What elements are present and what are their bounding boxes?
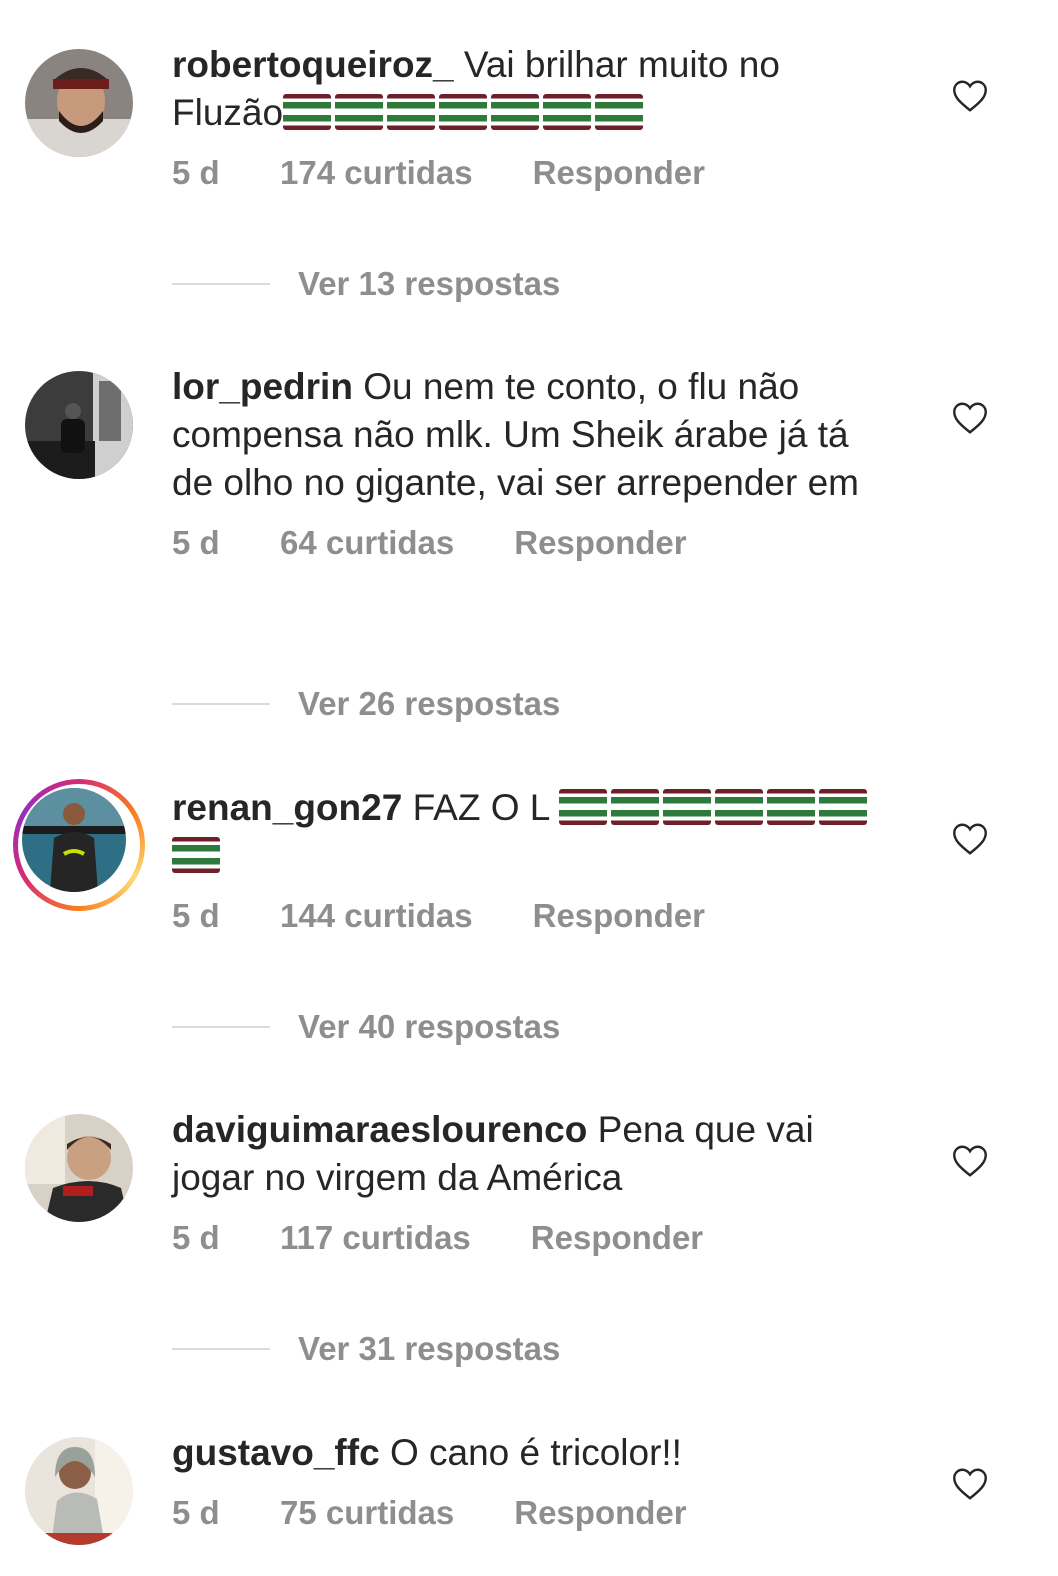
comment-username[interactable]: robertoqueiroz_ xyxy=(172,44,454,85)
view-replies-button[interactable]: Ver 26 respostas xyxy=(172,684,560,724)
flag-emoji-icon xyxy=(559,789,608,825)
avatar[interactable] xyxy=(22,788,126,892)
flag-emoji-icon xyxy=(715,789,764,825)
view-replies-button[interactable]: Ver 31 respostas xyxy=(172,1329,560,1369)
flag-emoji-icon xyxy=(172,837,220,873)
view-replies-button[interactable]: Ver 40 respostas xyxy=(172,1007,560,1047)
divider xyxy=(172,1348,270,1350)
flag-emoji-icon xyxy=(611,789,660,825)
divider xyxy=(172,1026,270,1028)
comment-body: FAZ O L xyxy=(412,787,549,828)
comment-time: 5 d xyxy=(172,524,220,561)
comment-time: 5 d xyxy=(172,1219,220,1256)
view-replies-label: Ver 40 respostas xyxy=(298,1008,561,1045)
comment-likes[interactable]: 174 curtidas xyxy=(280,154,473,192)
avatar[interactable] xyxy=(25,1437,133,1545)
reply-button[interactable]: Responder xyxy=(533,154,705,192)
flag-emoji-icon xyxy=(543,94,592,130)
heart-icon[interactable] xyxy=(952,401,988,435)
flag-emoji-icon xyxy=(283,94,332,130)
flag-emoji-icon xyxy=(819,789,868,825)
reply-button[interactable]: Responder xyxy=(514,524,686,562)
story-ring[interactable] xyxy=(13,779,145,911)
view-replies-label: Ver 26 respostas xyxy=(298,685,561,722)
comment-text: gustavo_ffc O cano é tricolor!! xyxy=(172,1429,887,1477)
reply-button[interactable]: Responder xyxy=(514,1494,686,1532)
flag-emoji-icon xyxy=(439,94,488,130)
comment-meta: 5 d 75 curtidas Responder xyxy=(172,1494,887,1532)
comment-time: 5 d xyxy=(172,154,220,191)
flag-emoji-icon xyxy=(663,789,712,825)
divider xyxy=(172,283,270,285)
view-replies-button[interactable]: Ver 13 respostas xyxy=(172,264,560,304)
comment-time: 5 d xyxy=(172,897,220,934)
flag-emoji-icon xyxy=(387,94,436,130)
comment-meta: 5 d 144 curtidas Responder xyxy=(172,897,887,935)
comment-meta: 5 d 117 curtidas Responder xyxy=(172,1219,887,1257)
heart-icon[interactable] xyxy=(952,79,988,113)
comment-username[interactable]: renan_gon27 xyxy=(172,787,402,828)
view-replies-label: Ver 13 respostas xyxy=(298,265,561,302)
comment-username[interactable]: daviguimaraeslourenco xyxy=(172,1109,587,1150)
heart-icon[interactable] xyxy=(952,1144,988,1178)
comment-likes[interactable]: 117 curtidas xyxy=(280,1219,471,1257)
comment-time: 5 d xyxy=(172,1494,220,1531)
comment-username[interactable]: lor_pedrin xyxy=(172,366,353,407)
flag-emoji-icon xyxy=(335,94,384,130)
comment-meta: 5 d 174 curtidas Responder xyxy=(172,154,887,192)
comment-likes[interactable]: 75 curtidas xyxy=(280,1494,454,1532)
heart-icon[interactable] xyxy=(952,1467,988,1501)
comment-username[interactable]: gustavo_ffc xyxy=(172,1432,380,1473)
avatar[interactable] xyxy=(25,371,133,479)
flag-emoji-icon xyxy=(595,94,644,130)
flag-emoji-icon xyxy=(491,94,540,130)
avatar[interactable] xyxy=(25,1114,133,1222)
comment-text: renan_gon27 FAZ O L xyxy=(172,784,887,880)
comment-text: robertoqueiroz_ Vai brilhar muito no Flu… xyxy=(172,41,887,137)
reply-button[interactable]: Responder xyxy=(533,897,705,935)
comment-text: lor_pedrin Ou nem te conto, o flu não co… xyxy=(172,363,887,507)
comment-body: O cano é tricolor!! xyxy=(389,1432,682,1473)
divider xyxy=(172,703,270,705)
flag-emoji-group xyxy=(283,92,647,133)
view-replies-label: Ver 31 respostas xyxy=(298,1330,561,1367)
comment-likes[interactable]: 64 curtidas xyxy=(280,524,454,562)
flag-emoji-icon xyxy=(767,789,816,825)
avatar[interactable] xyxy=(25,49,133,157)
reply-button[interactable]: Responder xyxy=(531,1219,703,1257)
comment-likes[interactable]: 144 curtidas xyxy=(280,897,473,935)
heart-icon[interactable] xyxy=(952,822,988,856)
comment-text: daviguimaraeslourenco Pena que vai jogar… xyxy=(172,1106,887,1202)
comment-meta: 5 d 64 curtidas Responder xyxy=(172,524,887,562)
